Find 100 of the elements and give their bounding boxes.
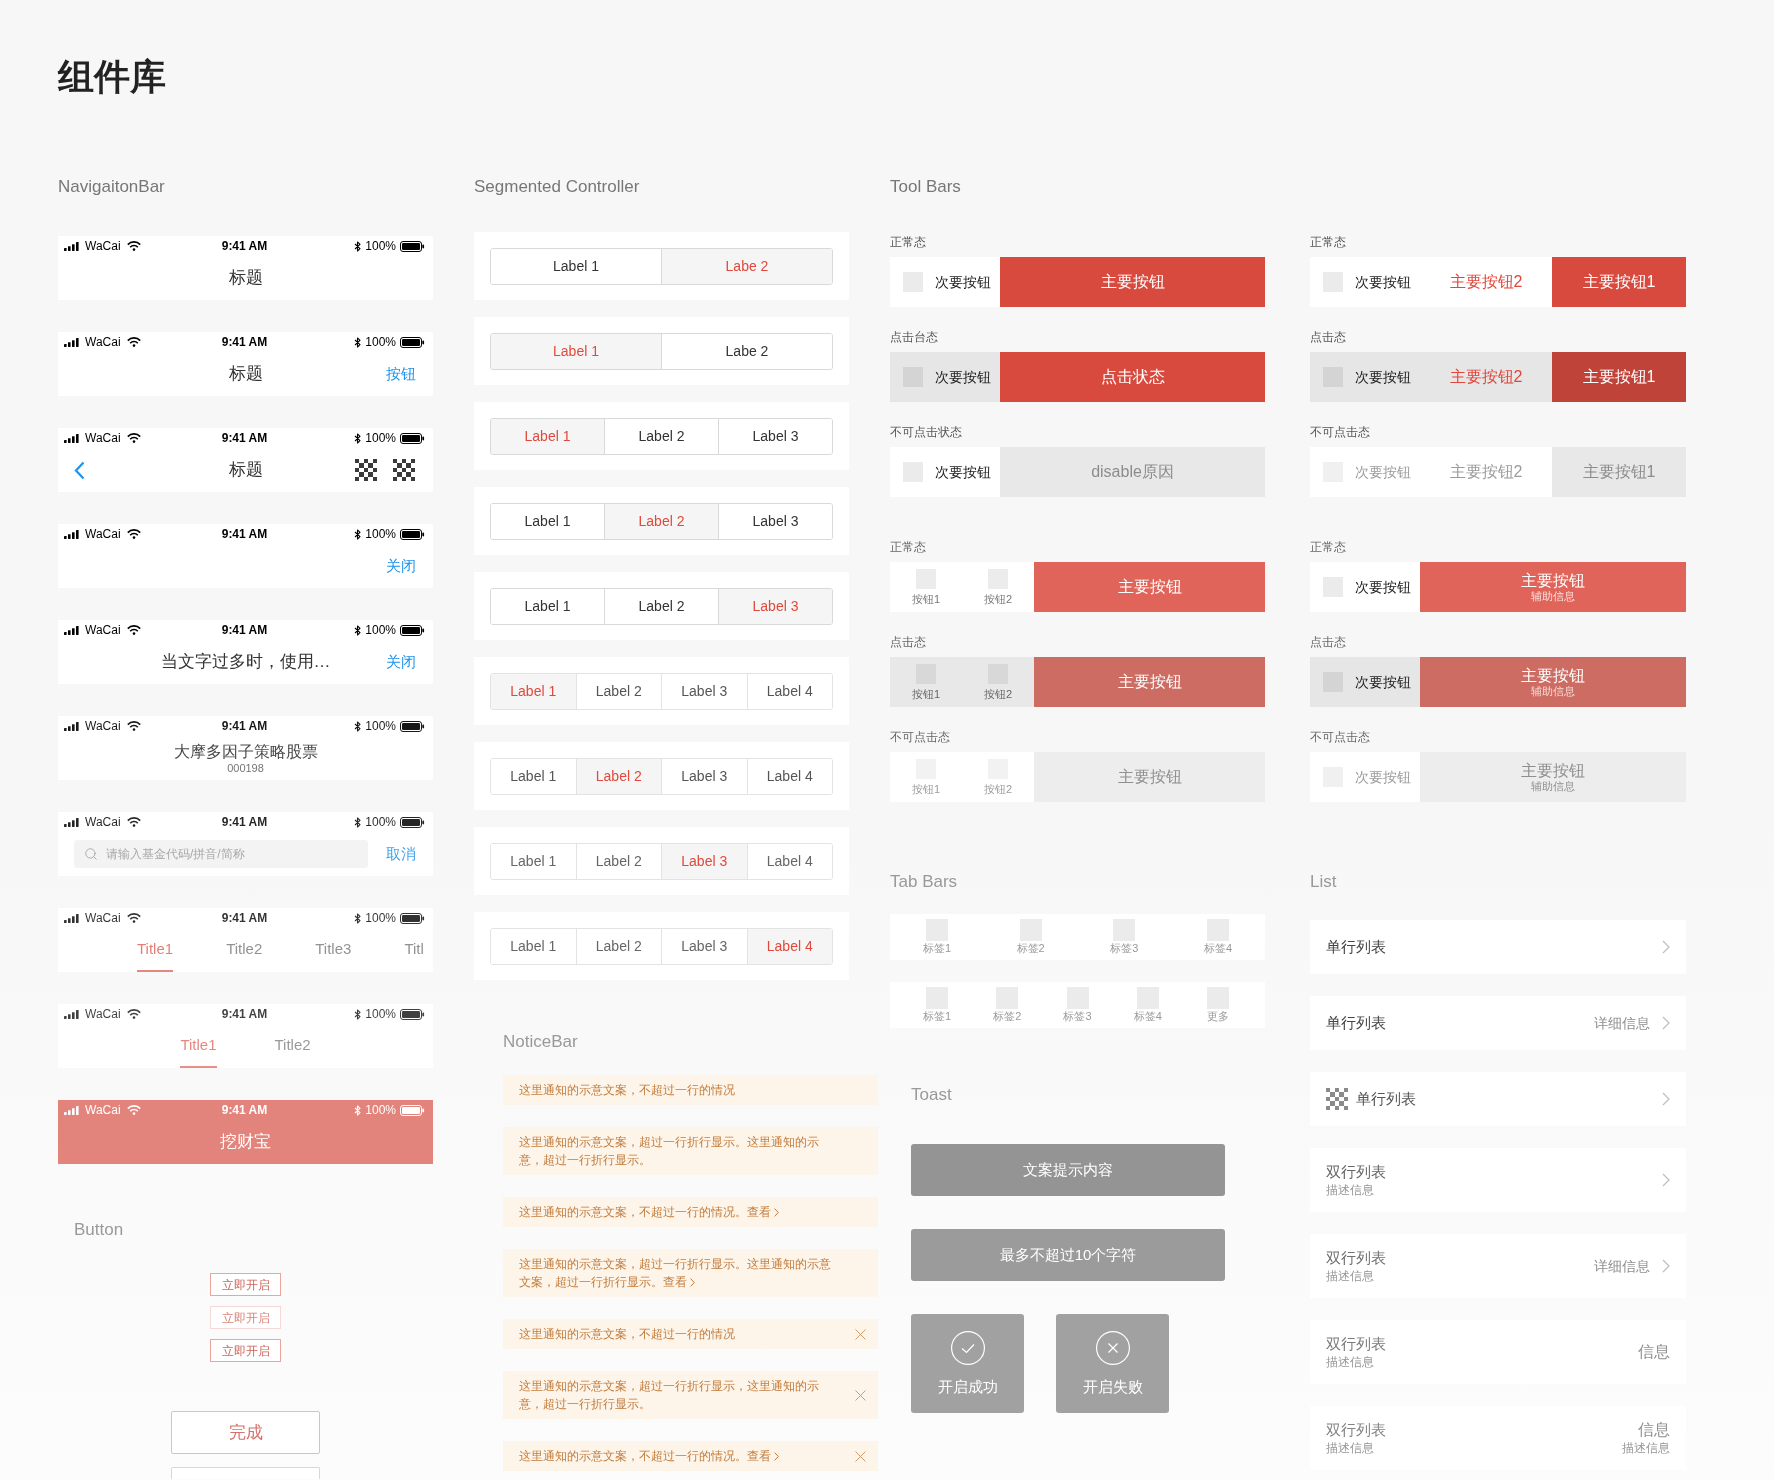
segment-tab[interactable]: Label 4	[746, 928, 832, 964]
wifi-icon	[126, 241, 141, 251]
list-detail: 信息	[1638, 1342, 1670, 1362]
section-heading: NavigaitonBar	[58, 177, 166, 197]
secondary-button[interactable]: 次要按钮	[1310, 657, 1420, 707]
primary-button[interactable]: 主要按钮	[1034, 657, 1265, 707]
primary-button[interactable]: 主要按钮	[1034, 562, 1265, 612]
state-caption: 正常态	[890, 540, 927, 554]
carrier-name: WaCai	[85, 623, 121, 637]
segment-tab[interactable]: Label 2	[604, 503, 718, 539]
icon-button[interactable]: 按钮1	[890, 657, 962, 707]
primary-button[interactable]: 点击状态	[1000, 352, 1265, 402]
list-row[interactable]: 单行列表	[1310, 1072, 1686, 1126]
tab-item[interactable]: 标签4	[1200, 919, 1235, 955]
close-icon[interactable]	[855, 1450, 866, 1462]
segment-tab[interactable]: Label 4	[746, 673, 832, 709]
nav-tab[interactable]: Title1	[137, 928, 174, 972]
segment-tab[interactable]: Label 3	[661, 843, 747, 879]
segment-tab[interactable]: Label 4	[746, 758, 832, 794]
nav-tab[interactable]: Title2	[274, 1024, 311, 1068]
segment-tab[interactable]: Label 1	[491, 418, 604, 454]
secondary-button[interactable]: 次要按钮	[890, 257, 1000, 307]
battery-icon	[400, 1008, 425, 1020]
segment-tab[interactable]: Label 3	[718, 503, 832, 539]
signal-icon	[64, 721, 79, 731]
chevron-right-icon	[1662, 1259, 1670, 1273]
chevron-right-icon	[1662, 1092, 1670, 1106]
carrier-name: WaCai	[85, 239, 121, 253]
nav-title: 标题	[228, 363, 263, 385]
bluetooth-icon	[354, 1104, 362, 1116]
list-row[interactable]: 双行列表 描述信息 信息	[1310, 1320, 1686, 1384]
segment-tab[interactable]: Label 3	[718, 418, 832, 454]
tab-item[interactable]: 标签1	[920, 987, 954, 1023]
nav-tab[interactable]: Title2	[226, 928, 263, 972]
icon-button[interactable]: 按钮1	[890, 562, 962, 612]
wifi-icon	[126, 721, 141, 731]
nav-tab[interactable]: Titl	[404, 928, 424, 972]
primary-button[interactable]: 主要按钮	[1000, 257, 1265, 307]
list-row[interactable]: 单行列表 详细信息	[1310, 996, 1686, 1050]
list-detail: 详细信息	[1594, 1014, 1650, 1033]
nav-action-link[interactable]: 关闭	[386, 556, 416, 576]
nav-tab[interactable]: Title1	[180, 1024, 217, 1068]
tab-item[interactable]: 标签2	[990, 987, 1025, 1023]
tab-item[interactable]: 标签3	[1107, 919, 1142, 955]
segment-tab[interactable]: Labe 2	[661, 333, 832, 369]
nav-action-link[interactable]: 取消	[386, 844, 416, 864]
list-row[interactable]: 双行列表 描述信息	[1310, 1148, 1686, 1212]
nav-action-link[interactable]: 关闭	[386, 652, 416, 672]
list-title: 双行列表	[1326, 1334, 1386, 1354]
view-link[interactable]: 查看	[747, 1447, 779, 1465]
segment-tab[interactable]: Label 2	[575, 758, 661, 794]
list-row[interactable]: 单行列表	[1310, 920, 1686, 974]
secondary-button[interactable]: 次要按钮	[1310, 257, 1420, 307]
view-link[interactable]: 查看	[747, 1203, 779, 1221]
tab-item[interactable]: 更多	[1201, 987, 1235, 1023]
list-row[interactable]: 双行列表 描述信息 信息 描述信息	[1310, 1406, 1686, 1470]
bluetooth-icon	[354, 336, 362, 348]
chevron-right-icon	[1662, 940, 1670, 954]
primary-button[interactable]: 主要按钮2	[1420, 257, 1552, 307]
secondary-button[interactable]: 次要按钮	[1310, 562, 1420, 612]
segment-tab[interactable]: Label 3	[718, 588, 832, 624]
close-icon[interactable]	[855, 1389, 866, 1401]
icon-button[interactable]: 按钮2	[962, 562, 1034, 612]
primary-button[interactable]: 主要按钮1	[1552, 352, 1686, 402]
tab-item[interactable]: 标签3	[1060, 987, 1095, 1023]
secondary-button[interactable]: 次要按钮	[890, 447, 1000, 497]
segment-tab[interactable]: Label 1	[491, 673, 576, 709]
tab-item[interactable]: 标签1	[920, 919, 954, 955]
wifi-icon	[126, 1009, 141, 1019]
checker-icon[interactable]	[393, 459, 415, 481]
icon-button[interactable]: 按钮2	[962, 657, 1034, 707]
segment-tab[interactable]: Label 1	[491, 333, 661, 369]
outline-button[interactable]: 完成	[171, 1411, 320, 1454]
primary-button[interactable]: 主要按钮1	[1552, 257, 1686, 307]
bluetooth-icon	[354, 1008, 362, 1020]
search-field[interactable]: 请输入基金代码/拼音/简称	[74, 840, 368, 868]
outline-button[interactable]	[171, 1467, 320, 1479]
tab-item[interactable]: 标签2	[1013, 919, 1048, 955]
tab-item[interactable]: 标签4	[1130, 987, 1165, 1023]
primary-button[interactable]: 主要按钮 辅助信息	[1420, 657, 1686, 707]
segment-tab[interactable]: Labe 2	[661, 248, 832, 284]
close-icon[interactable]	[855, 1328, 866, 1340]
notice-text: 这里通知的示意文案，不超过一行的情况	[519, 1326, 736, 1343]
secondary-button[interactable]: 次要按钮	[1310, 352, 1420, 402]
primary-button[interactable]: 主要按钮 辅助信息	[1420, 562, 1686, 612]
primary-button[interactable]: 主要按钮2	[1420, 352, 1552, 402]
secondary-button[interactable]: 次要按钮	[890, 352, 1000, 402]
view-link[interactable]: 查看	[663, 1273, 695, 1291]
bluetooth-icon	[354, 528, 362, 540]
outline-button[interactable]: 立即开启	[210, 1339, 281, 1362]
nav-action-link[interactable]: 按钮	[386, 364, 416, 384]
checker-icon[interactable]	[355, 459, 377, 481]
back-icon[interactable]	[74, 460, 85, 480]
wifi-icon	[126, 337, 141, 347]
nav-tab[interactable]: Title3	[315, 928, 352, 972]
battery-icon	[400, 1104, 425, 1116]
state-caption: 不可点击态	[890, 730, 951, 744]
outline-button[interactable]: 立即开启	[210, 1273, 281, 1296]
segment-tab[interactable]: Label 4	[746, 843, 832, 879]
list-row[interactable]: 双行列表 描述信息 详细信息	[1310, 1234, 1686, 1298]
